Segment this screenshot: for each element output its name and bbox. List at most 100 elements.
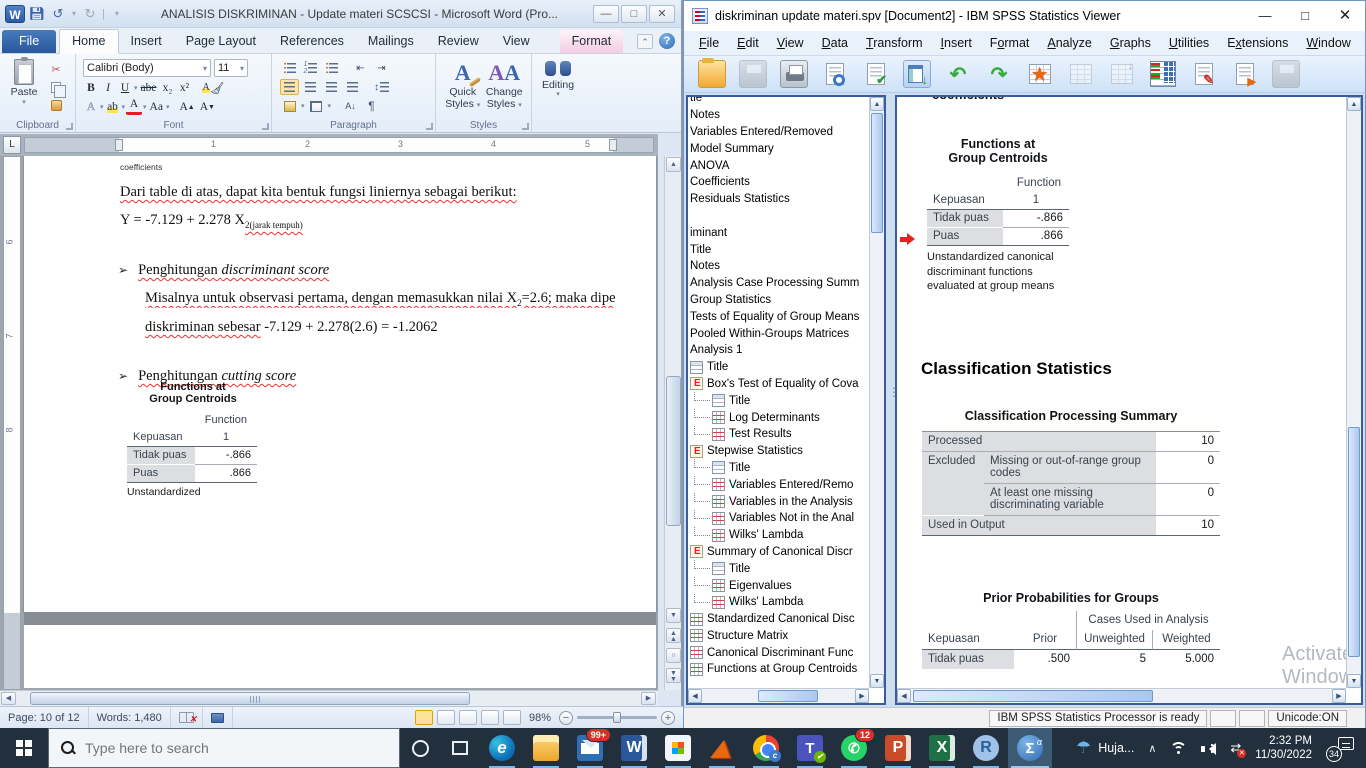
word-app-icon[interactable]: W	[5, 5, 25, 23]
shading-icon[interactable]	[280, 98, 299, 114]
scroll-right-icon[interactable]: ▶	[641, 692, 656, 705]
taskbar-app[interactable]: R	[964, 728, 1008, 768]
outline-tree-item[interactable]: Title	[688, 392, 869, 409]
taskbar-app[interactable]: 99+	[568, 728, 612, 768]
ribbon-tab[interactable]: Format	[560, 30, 624, 53]
menu-item[interactable]: Help	[1360, 33, 1366, 53]
change-case-icon[interactable]: Aa	[148, 98, 165, 115]
tab-selector[interactable]: L	[3, 136, 21, 154]
bold-button[interactable]: B	[83, 79, 99, 96]
copy-icon[interactable]	[46, 79, 66, 95]
taskbar-search[interactable]	[48, 728, 400, 768]
outline-tree-item[interactable]: Analysis 1	[688, 342, 869, 359]
outline-tree-item[interactable]: Model Summary	[688, 140, 869, 157]
select-browse-object-icon[interactable]: ○	[666, 648, 681, 663]
scroll-down-icon[interactable]: ▼	[1347, 674, 1361, 688]
outline-tree-item[interactable]: Variables Not in the Anal	[688, 510, 869, 527]
zoom-level[interactable]: 98%	[525, 712, 555, 724]
output-horizontal-scrollbar[interactable]: ◀ ▶	[897, 688, 1346, 703]
scroll-down-icon[interactable]: ▼	[870, 674, 884, 688]
taskbar-app[interactable]: Σα	[1008, 728, 1052, 768]
undo-dropdown-icon[interactable]: ▾	[70, 9, 78, 18]
menu-item[interactable]: Transform	[857, 33, 932, 53]
zoom-slider[interactable]	[577, 716, 657, 719]
taskbar-app[interactable]: ✆ 12	[832, 728, 876, 768]
outline-tree-item[interactable]: Group Statistics	[688, 292, 869, 309]
scroll-left-icon[interactable]: ◀	[897, 689, 911, 703]
run-script-icon[interactable]: ▶	[1231, 60, 1259, 88]
menu-item[interactable]: Window	[1297, 33, 1359, 53]
cortana-button[interactable]	[400, 728, 440, 768]
text-effects-icon[interactable]: A	[83, 98, 99, 115]
print-layout-view-icon[interactable]	[415, 710, 433, 725]
outline-tree-item[interactable]: iminant	[688, 224, 869, 241]
outline-tree-item[interactable]: tle	[688, 95, 869, 107]
highlight-color-icon[interactable]: ab	[105, 98, 121, 115]
menu-item[interactable]: Extensions	[1218, 33, 1297, 53]
outline-tree-item[interactable]: Wilks' Lambda	[688, 594, 869, 611]
outline-tree-item[interactable]: Summary of Canonical Discr	[688, 544, 869, 561]
clipboard-dialog-launcher-icon[interactable]	[66, 123, 73, 130]
vertical-ruler[interactable]: 6 7 8	[3, 156, 21, 690]
change-styles-button[interactable]: AA ChangeStyles ▾	[486, 60, 524, 110]
zoom-in-icon[interactable]: +	[661, 711, 675, 725]
word-close-button[interactable]: ✕	[649, 5, 675, 23]
show-paragraph-marks-icon[interactable]: ¶	[362, 98, 381, 114]
menu-item[interactable]: Graphs	[1101, 33, 1160, 53]
outline-tree-item[interactable]: Title	[688, 359, 869, 376]
output-vertical-scrollbar[interactable]: ▲ ▼	[1346, 97, 1361, 688]
show-hidden-icons-chevron[interactable]: ∧	[1148, 742, 1156, 755]
search-input[interactable]	[85, 740, 355, 756]
outline-tree-item[interactable]: Title	[688, 460, 869, 477]
right-indent-marker[interactable]	[609, 139, 617, 151]
menu-item[interactable]: Format	[981, 33, 1039, 53]
word-vertical-scrollbar[interactable]: ▲ ▼ ▲▲ ○ ▼▼	[664, 156, 681, 690]
minimize-ribbon-icon[interactable]: ⌃	[637, 34, 653, 49]
undo-icon[interactable]: ↶	[944, 60, 972, 88]
open-file-icon[interactable]	[698, 60, 726, 88]
taskbar-clock[interactable]: 2:32 PM 11/30/2022	[1255, 734, 1312, 762]
taskbar-app[interactable]: X	[920, 728, 964, 768]
zoom-slider-thumb[interactable]	[613, 712, 621, 723]
outline-vscroll-thumb[interactable]	[871, 113, 883, 233]
fullscreen-reading-view-icon[interactable]	[437, 710, 455, 725]
outline-hscroll-thumb[interactable]	[758, 690, 818, 702]
word-minimize-button[interactable]: —	[593, 5, 619, 23]
classification-statistics-heading[interactable]: Classification Statistics	[921, 359, 1112, 379]
outline-vertical-scrollbar[interactable]: ▲ ▼	[869, 97, 884, 688]
outline-tree-item[interactable]: Coefficients	[688, 174, 869, 191]
print-icon[interactable]	[780, 60, 808, 88]
outline-tree-item[interactable]: Log Determinants	[688, 409, 869, 426]
grow-font-icon[interactable]: A▲	[177, 98, 196, 115]
undo-icon[interactable]: ↺	[49, 6, 67, 22]
outline-tree-item[interactable]: Analysis Case Processing Summ	[688, 275, 869, 292]
scroll-left-icon[interactable]: ◀	[688, 689, 702, 703]
spss-minimize-button[interactable]: —	[1245, 1, 1285, 31]
taskbar-app[interactable]: c	[744, 728, 788, 768]
ribbon-tab[interactable]: Insert	[119, 30, 174, 53]
sync-error-icon[interactable]: ⇄✕	[1230, 740, 1241, 756]
recall-dialogs-icon[interactable]	[903, 60, 931, 88]
goto-case-icon[interactable]: ★	[1026, 60, 1054, 88]
variables-icon[interactable]	[1149, 60, 1177, 88]
taskbar-app[interactable]: P	[876, 728, 920, 768]
output-hscroll-thumb[interactable]	[913, 690, 1153, 702]
ribbon-tab[interactable]: References	[268, 30, 356, 53]
paste-button[interactable]: Paste▾	[4, 57, 44, 118]
doc-centroids-table[interactable]: Functions at Group Centroids Function Ke…	[127, 381, 259, 498]
word-maximize-button[interactable]: □	[621, 5, 647, 23]
word-vscroll-thumb[interactable]	[666, 376, 681, 526]
quick-styles-button[interactable]: A QuickStyles ▾	[444, 60, 482, 110]
align-right-icon[interactable]	[322, 79, 341, 95]
outline-tree-item[interactable]: Notes	[688, 107, 869, 124]
wifi-icon[interactable]	[1170, 742, 1187, 755]
designate-window-icon[interactable]	[1272, 60, 1300, 88]
spss-maximize-button[interactable]: □	[1285, 1, 1325, 31]
spss-close-button[interactable]: ✕	[1325, 1, 1365, 31]
scroll-right-icon[interactable]: ▶	[855, 689, 869, 703]
editing-button[interactable]: Editing ▾	[537, 57, 579, 99]
outline-tree-item[interactable]: Stepwise Statistics	[688, 443, 869, 460]
help-icon[interactable]: ?	[659, 33, 675, 49]
clear-formatting-icon[interactable]: A🧹︎	[200, 79, 226, 96]
paragraph-dialog-launcher-icon[interactable]	[426, 123, 433, 130]
